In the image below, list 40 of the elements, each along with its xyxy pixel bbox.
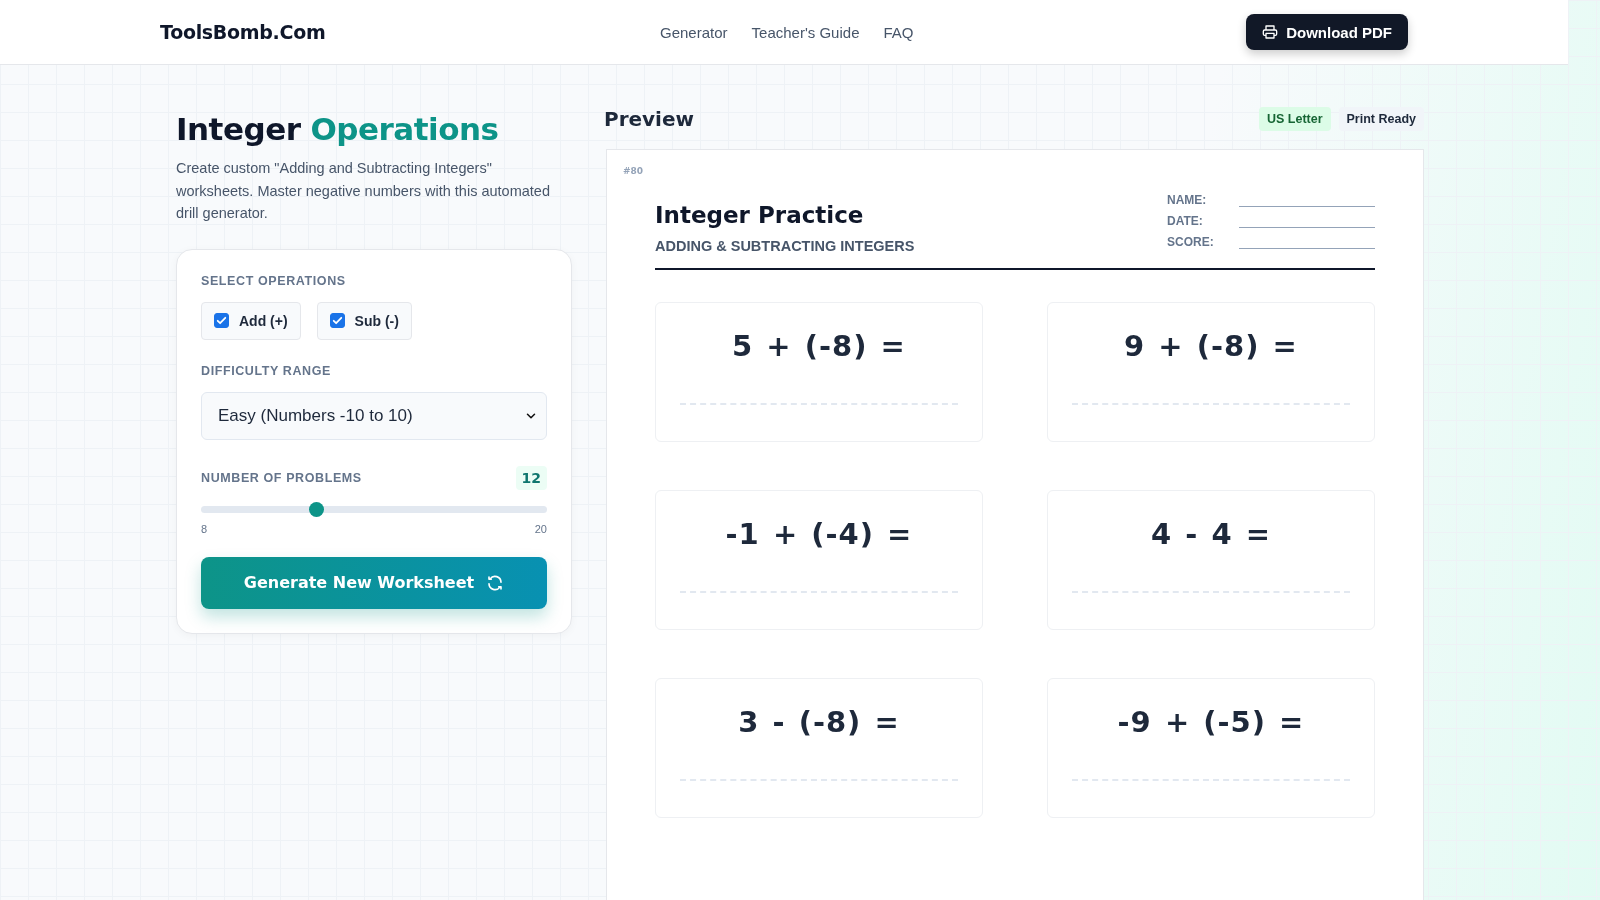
slider-min-label: 8	[201, 522, 208, 535]
equation: -9 + (-5) =	[1116, 705, 1306, 739]
refresh-icon	[486, 573, 505, 592]
section-label: DIFFICULTY RANGE	[201, 363, 332, 378]
field-label: SCORE:	[1167, 235, 1215, 249]
checkbox[interactable]	[329, 313, 345, 328]
page-description: Create custom "Adding and Subtracting Integers" worksheets. Master negative numbers with this automated drill generator.	[176, 159, 551, 223]
equation: 9 + (-8) =	[1123, 329, 1299, 363]
worksheet-title: Integer Practice	[655, 202, 865, 228]
slider-thumb[interactable]	[309, 501, 325, 517]
page-title-accent: Operations	[310, 111, 499, 147]
site-logo[interactable]: ToolsBomb.Com	[160, 21, 326, 43]
badge: US Letter	[1258, 107, 1331, 131]
operation-checkbox[interactable]: Sub (-)	[316, 301, 412, 340]
badge: Print Ready	[1338, 107, 1424, 131]
equation: 4 - 4 =	[1150, 517, 1272, 551]
operation-checkbox[interactable]: Add (+)	[201, 301, 301, 340]
download-pdf-button[interactable]: Download PDF	[1246, 14, 1408, 50]
section-label: SELECT OPERATIONS	[201, 273, 347, 288]
equation: -1 + (-4) =	[724, 517, 914, 551]
problem-count-badge: 12	[515, 465, 547, 490]
nav-link[interactable]: Generator	[660, 23, 728, 41]
field-label: NAME:	[1167, 193, 1208, 207]
difficulty-dropdown[interactable]: Easy (Numbers -10 to 10)	[201, 391, 547, 440]
section-label: NUMBER OF PROBLEMS	[201, 470, 362, 485]
field-label: DATE:	[1167, 214, 1204, 228]
slider-max-label: 20	[534, 522, 547, 535]
nav-link[interactable]: Teacher's Guide	[751, 23, 860, 41]
page-title: Integer	[176, 111, 301, 147]
nav-link[interactable]: FAQ	[883, 23, 914, 41]
preview-title: Preview	[604, 107, 695, 131]
printer-icon	[1262, 24, 1279, 40]
generate-worksheet-button[interactable]: Generate New Worksheet	[201, 556, 547, 609]
worksheet-subtitle: ADDING & SUBTRACTING INTEGERS	[655, 238, 915, 254]
equation: 5 + (-8) =	[731, 329, 907, 363]
checkbox[interactable]	[214, 313, 229, 328]
equation: 3 - (-8) =	[737, 705, 901, 739]
checkmark-icon	[330, 314, 344, 327]
worksheet-tag: #80	[623, 166, 1375, 176]
checkmark-icon	[215, 314, 228, 327]
